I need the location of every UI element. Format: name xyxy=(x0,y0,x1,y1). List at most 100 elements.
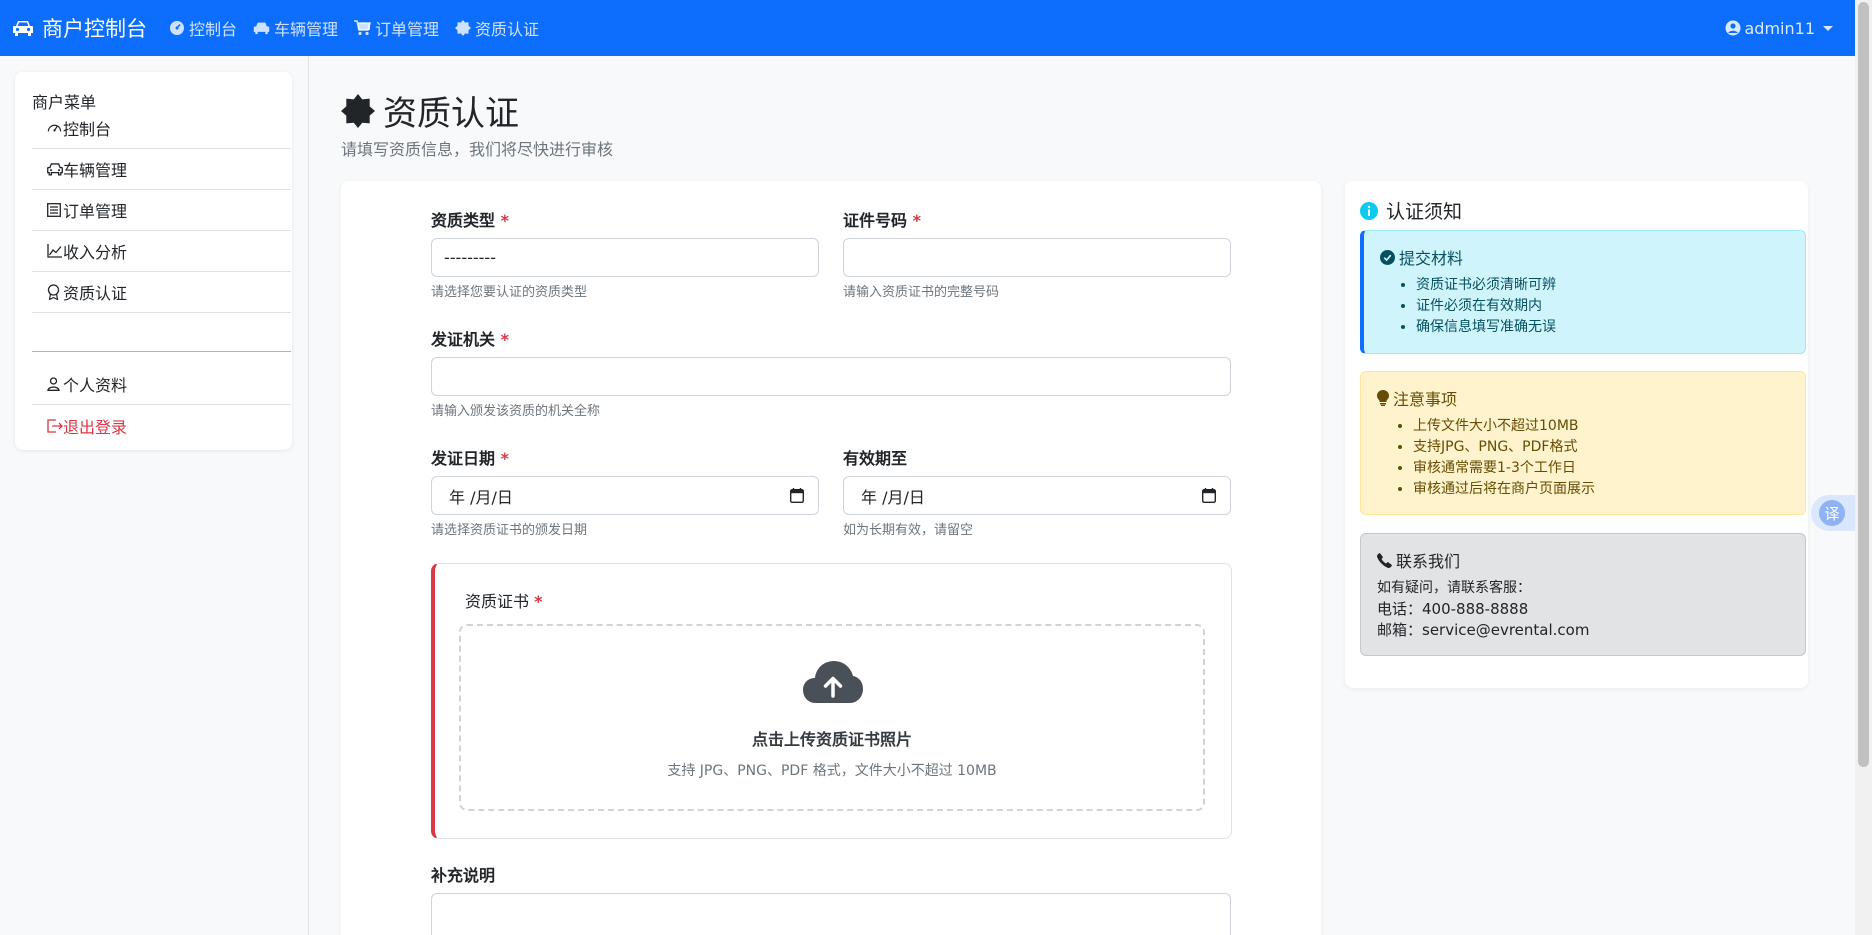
lightbulb-icon xyxy=(1377,390,1389,406)
sidebar-card: 商户菜单 控制台 车辆管理 订单管理 收入分析 资质认证 个人资料 退出登录 xyxy=(15,72,292,450)
issuer-input[interactable] xyxy=(431,357,1231,396)
issuer-help: 请输入颁发该资质的机关全称 xyxy=(431,404,601,419)
cert-no-label: 证件号码 * xyxy=(843,207,921,231)
sidebar-item-income[interactable]: 收入分析 xyxy=(32,231,291,272)
check-circle-icon xyxy=(1380,249,1395,265)
sidebar-item-label: 订单管理 xyxy=(63,202,128,221)
cloud-upload-icon xyxy=(803,661,863,703)
brand-label: 商户控制台 xyxy=(42,17,147,41)
upload-dropzone[interactable]: 点击上传资质证书照片 支持 JPG、PNG、PDF 格式，文件大小不超过 10M… xyxy=(459,624,1205,811)
info-title: 认证须知 xyxy=(1360,197,1462,224)
patch-check-icon xyxy=(455,20,472,36)
nav-dashboard[interactable]: 控制台 xyxy=(169,16,237,40)
sidebar-divider xyxy=(32,351,291,352)
sidebar-item-certification[interactable]: 资质认证 xyxy=(32,272,291,313)
valid-until-value: 年 /月/日 xyxy=(861,487,925,507)
qual-type-value: --------- xyxy=(444,248,496,267)
valid-until-help: 如为长期有效，请留空 xyxy=(843,523,974,538)
qual-type-select[interactable]: --------- xyxy=(431,238,819,277)
materials-list: 资质证书必须清晰可辨 证件必须在有效期内 确保信息填写准确无误 xyxy=(1380,275,1789,338)
nav-certification[interactable]: 资质认证 xyxy=(455,16,539,40)
award-icon xyxy=(47,284,60,300)
person-icon xyxy=(47,377,60,391)
sidebar-item-label: 资质认证 xyxy=(63,284,128,303)
contact-alert: 联系我们 如有疑问，请联系客服： 电话：400-888-8888 邮箱：serv… xyxy=(1360,533,1806,656)
issue-date-input[interactable]: 年 /月/日 xyxy=(431,476,819,515)
materials-title: 提交材料 xyxy=(1399,249,1464,268)
sidebar: 商户菜单 控制台 车辆管理 订单管理 收入分析 资质认证 个人资料 退出登录 xyxy=(0,56,309,935)
chevron-down-icon xyxy=(1823,25,1833,31)
line-chart-icon xyxy=(47,244,62,258)
translate-label: 译 xyxy=(1819,500,1845,526)
contact-email: 邮箱：service@evrental.com xyxy=(1377,621,1590,639)
page-scrollbar[interactable] xyxy=(1855,0,1872,935)
person-circle-icon xyxy=(1725,20,1740,36)
cart-icon xyxy=(354,20,372,36)
contact-heading: 联系我们 xyxy=(1377,548,1789,572)
sidebar-item-dashboard[interactable]: 控制台 xyxy=(32,108,291,149)
info-circle-icon xyxy=(1360,201,1378,220)
nav-orders[interactable]: 订单管理 xyxy=(354,16,439,40)
sidebar-item-label: 车辆管理 xyxy=(63,161,128,180)
patch-check-icon xyxy=(341,93,375,128)
issue-date-label: 发证日期 * xyxy=(431,445,509,469)
car-icon xyxy=(13,21,33,36)
required-mark: * xyxy=(500,449,509,468)
contact-intro: 如有疑问，请联系客服： xyxy=(1377,580,1531,596)
issuer-label-text: 发证机关 xyxy=(431,330,496,349)
page-title: 资质认证 xyxy=(341,86,519,135)
list-item: 审核通过后将在商户页面展示 xyxy=(1413,479,1789,500)
list-item: 上传文件大小不超过10MB xyxy=(1413,416,1789,437)
upload-section: 资质证书 * 点击上传资质证书照片 支持 JPG、PNG、PDF 格式，文件大小… xyxy=(431,563,1232,839)
info-title-text: 认证须知 xyxy=(1386,201,1463,223)
sidebar-item-profile[interactable]: 个人资料 xyxy=(32,364,291,405)
list-icon xyxy=(47,203,61,217)
nav-dashboard-label: 控制台 xyxy=(189,20,238,39)
valid-until-input[interactable]: 年 /月/日 xyxy=(843,476,1231,515)
required-mark: * xyxy=(912,211,921,230)
car-icon xyxy=(253,22,270,35)
upload-hint: 支持 JPG、PNG、PDF 格式，文件大小不超过 10MB xyxy=(667,763,997,779)
remark-textarea[interactable] xyxy=(431,893,1231,935)
sidebar-item-label: 收入分析 xyxy=(63,243,128,262)
nav-vehicles[interactable]: 车辆管理 xyxy=(253,16,338,40)
list-item: 确保信息填写准确无误 xyxy=(1416,317,1789,338)
list-item: 支持JPG、PNG、PDF格式 xyxy=(1413,437,1789,458)
upload-title: 点击上传资质证书照片 xyxy=(751,730,912,749)
brand[interactable]: 商户控制台 xyxy=(12,13,147,43)
sidebar-item-vehicles[interactable]: 车辆管理 xyxy=(32,149,291,190)
cert-no-input[interactable] xyxy=(843,238,1231,277)
translate-button[interactable]: 译 xyxy=(1811,495,1857,531)
remark-label: 补充说明 xyxy=(431,862,495,886)
cert-no-label-text: 证件号码 xyxy=(843,211,908,230)
notes-list: 上传文件大小不超过10MB 支持JPG、PNG、PDF格式 审核通常需要1-3个… xyxy=(1377,416,1789,500)
issuer-label: 发证机关 * xyxy=(431,326,509,350)
list-item: 证件必须在有效期内 xyxy=(1416,296,1789,317)
logout-icon xyxy=(47,418,63,433)
qual-type-label: 资质类型 * xyxy=(431,207,509,231)
valid-until-label: 有效期至 xyxy=(843,445,907,469)
remark-label-text: 补充说明 xyxy=(431,866,496,885)
user-menu[interactable]: admin11 xyxy=(1725,0,1833,56)
calendar-icon[interactable] xyxy=(1202,488,1216,503)
sidebar-item-orders[interactable]: 订单管理 xyxy=(32,190,291,231)
sidebar-item-label: 退出登录 xyxy=(63,417,128,437)
issue-date-value: 年 /月/日 xyxy=(449,487,513,507)
notes-heading: 注意事项 xyxy=(1377,386,1789,410)
sidebar-item-logout[interactable]: 退出登录 xyxy=(32,405,291,446)
scrollbar-thumb[interactable] xyxy=(1858,2,1869,767)
phone-icon xyxy=(1377,552,1392,568)
materials-alert: 提交材料 资质证书必须清晰可辨 证件必须在有效期内 确保信息填写准确无误 xyxy=(1360,230,1806,354)
nav-certification-label: 资质认证 xyxy=(475,20,540,39)
materials-heading: 提交材料 xyxy=(1380,245,1789,269)
sidebar-item-label: 控制台 xyxy=(63,120,112,139)
page-subtitle: 请填写资质信息，我们将尽快进行审核 xyxy=(341,140,614,159)
notes-title: 注意事项 xyxy=(1393,390,1458,409)
required-mark: * xyxy=(534,592,543,611)
upload-label: 资质证书 * xyxy=(465,588,542,612)
upload-label-text: 资质证书 xyxy=(465,592,530,611)
speedometer-icon xyxy=(47,124,62,131)
info-card: 认证须知 提交材料 资质证书必须清晰可辨 证件必须在有效期内 确保信息填写准确无… xyxy=(1345,181,1808,688)
required-mark: * xyxy=(500,211,509,230)
calendar-icon[interactable] xyxy=(790,488,804,503)
